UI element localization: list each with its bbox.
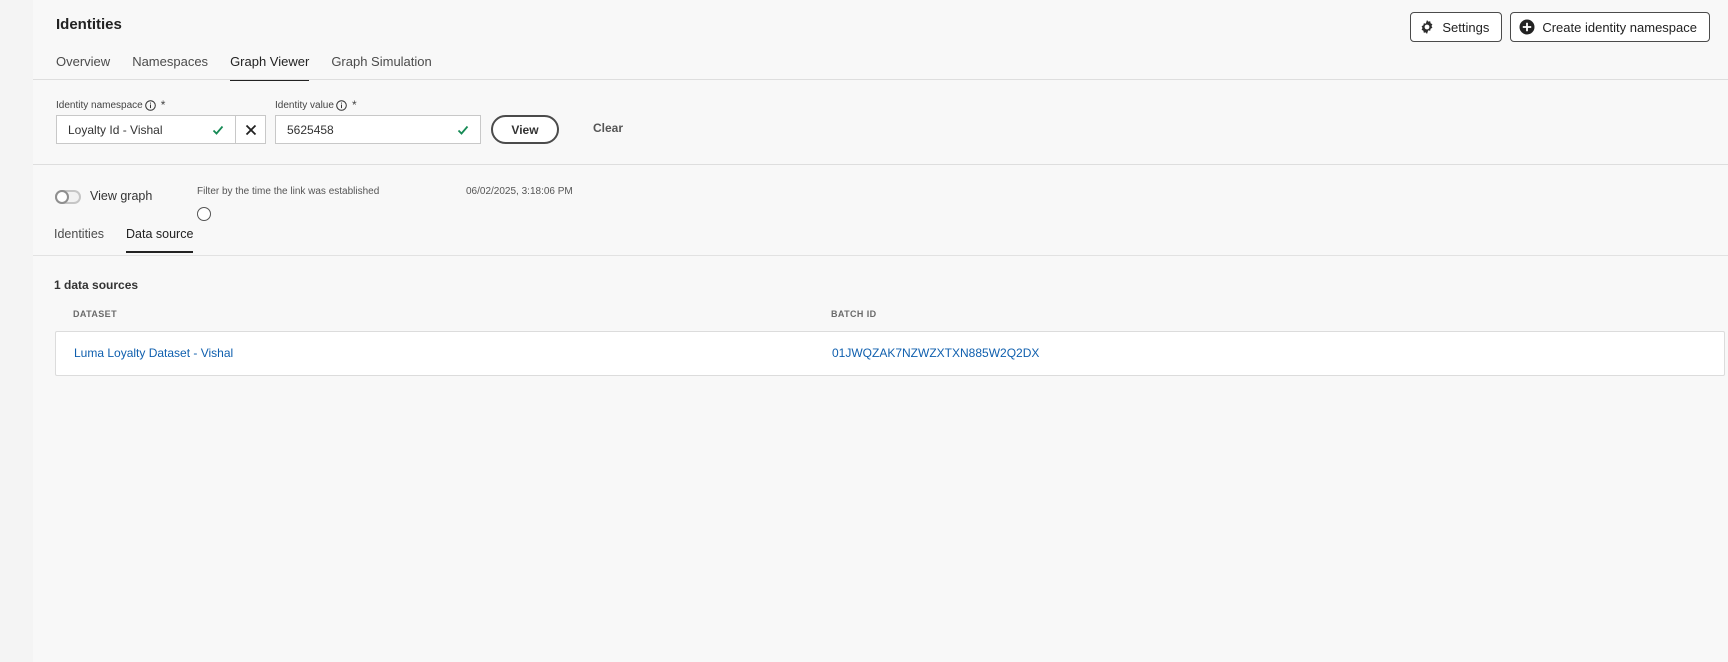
tab-data-source[interactable]: Data source <box>126 227 194 253</box>
sub-tabs-divider <box>33 255 1728 256</box>
tab-identities[interactable]: Identities <box>54 227 104 251</box>
identity-value: 5625458 <box>287 122 334 137</box>
clear-button[interactable]: Clear <box>593 121 623 135</box>
namespace-value: Loyalty Id - Vishal <box>68 122 163 137</box>
graph-timestamp: 06/02/2025, 3:18:06 PM <box>466 186 573 197</box>
tabs-divider <box>33 79 1728 80</box>
form-divider <box>33 164 1728 165</box>
tab-graph-viewer[interactable]: Graph Viewer <box>230 54 310 81</box>
identity-value-input[interactable]: 5625458 <box>275 115 481 144</box>
checkmark-icon <box>211 123 225 137</box>
tab-graph-simulation[interactable]: Graph Simulation <box>331 54 431 79</box>
top-actions: Settings Create identity namespace <box>1410 12 1710 42</box>
dataset-link[interactable]: Luma Loyalty Dataset - Vishal <box>74 346 233 360</box>
view-button[interactable]: View <box>491 115 559 144</box>
page: Identities Settings Create identity name… <box>33 0 1728 662</box>
column-header-dataset: DATASET <box>73 309 117 319</box>
checkmark-icon <box>456 123 470 137</box>
column-header-batch-id: BATCH ID <box>831 309 877 319</box>
info-icon[interactable] <box>144 99 156 111</box>
page-title: Identities <box>56 16 122 33</box>
left-rail <box>0 0 33 662</box>
toggle-knob <box>55 190 69 204</box>
gear-icon <box>1419 19 1435 35</box>
table-row: Luma Loyalty Dataset - Vishal 01JWQZAK7N… <box>55 331 1725 376</box>
close-icon <box>245 124 257 136</box>
filter-label: Filter by the time the link was establis… <box>197 186 380 197</box>
settings-button[interactable]: Settings <box>1410 12 1503 42</box>
add-circle-icon <box>1519 19 1535 35</box>
namespace-label-text: Identity namespace <box>56 99 143 111</box>
namespace-field-label: Identity namespace * <box>56 98 165 112</box>
data-source-count: 1 data sources <box>54 278 139 292</box>
tab-overview[interactable]: Overview <box>56 54 110 79</box>
filter-time-slider-handle[interactable] <box>197 207 211 221</box>
value-label-text: Identity value <box>275 99 334 111</box>
required-asterisk: * <box>160 98 166 112</box>
create-identity-namespace-button[interactable]: Create identity namespace <box>1510 12 1710 42</box>
info-icon[interactable] <box>336 99 347 111</box>
identity-namespace-picker[interactable]: Loyalty Id - Vishal <box>56 115 236 144</box>
clear-namespace-button[interactable] <box>236 115 266 144</box>
main-tabs: Overview Namespaces Graph Viewer Graph S… <box>56 54 432 81</box>
view-graph-label: View graph <box>90 189 153 203</box>
required-asterisk: * <box>351 98 357 112</box>
tab-namespaces[interactable]: Namespaces <box>132 54 208 79</box>
sub-tabs: Identities Data source <box>54 227 194 253</box>
value-field-label: Identity value * <box>275 98 357 112</box>
view-graph-toggle[interactable] <box>55 190 81 204</box>
settings-button-label: Settings <box>1442 19 1490 35</box>
create-button-label: Create identity namespace <box>1542 19 1697 35</box>
batch-id-link[interactable]: 01JWQZAK7NZWZXTXN885W2Q2DX <box>832 346 1039 360</box>
